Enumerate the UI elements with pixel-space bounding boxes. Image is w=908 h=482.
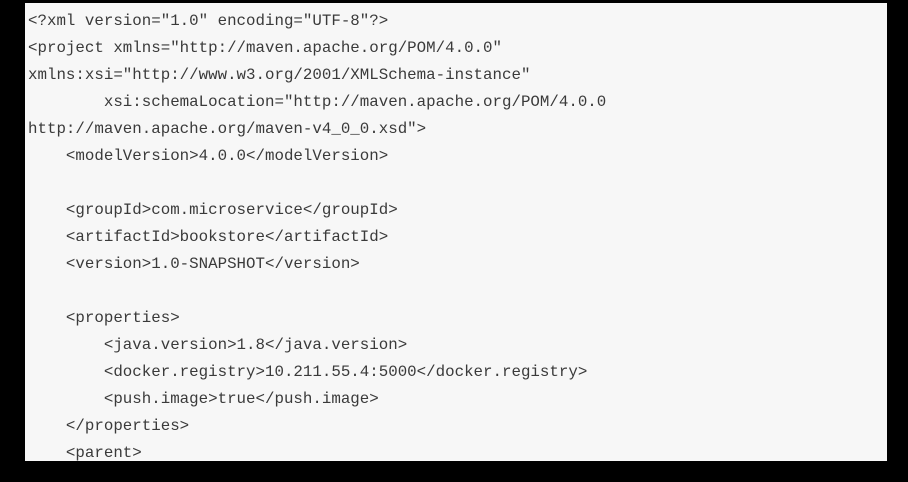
code-line-schema-url: http://maven.apache.org/maven-v4_0_0.xsd… bbox=[28, 120, 427, 138]
code-line-parent-open: <parent> bbox=[28, 444, 142, 461]
code-block: <?xml version="1.0" encoding="UTF-8"?> <… bbox=[25, 3, 887, 461]
code-line-java-version: <java.version>1.8</java.version> bbox=[28, 336, 408, 354]
code-line-model-version: <modelVersion>4.0.0</modelVersion> bbox=[28, 147, 389, 165]
code-line-properties-close: </properties> bbox=[28, 417, 190, 435]
code-line-xmlns-xsi: xmlns:xsi="http://www.w3.org/2001/XMLSch… bbox=[28, 66, 531, 84]
code-line-artifact-id: <artifactId>bookstore</artifactId> bbox=[28, 228, 389, 246]
code-line-schema-location: xsi:schemaLocation="http://maven.apache.… bbox=[28, 93, 607, 111]
code-line-xml-declaration: <?xml version="1.0" encoding="UTF-8"?> bbox=[28, 12, 389, 30]
code-line-group-id: <groupId>com.microservice</groupId> bbox=[28, 201, 398, 219]
code-line-version: <version>1.0-SNAPSHOT</version> bbox=[28, 255, 360, 273]
code-line-push-image: <push.image>true</push.image> bbox=[28, 390, 379, 408]
code-line-properties-open: <properties> bbox=[28, 309, 180, 327]
code-line-project-open: <project xmlns="http://maven.apache.org/… bbox=[28, 39, 502, 57]
code-line-docker-registry: <docker.registry>10.211.55.4:5000</docke… bbox=[28, 363, 588, 381]
